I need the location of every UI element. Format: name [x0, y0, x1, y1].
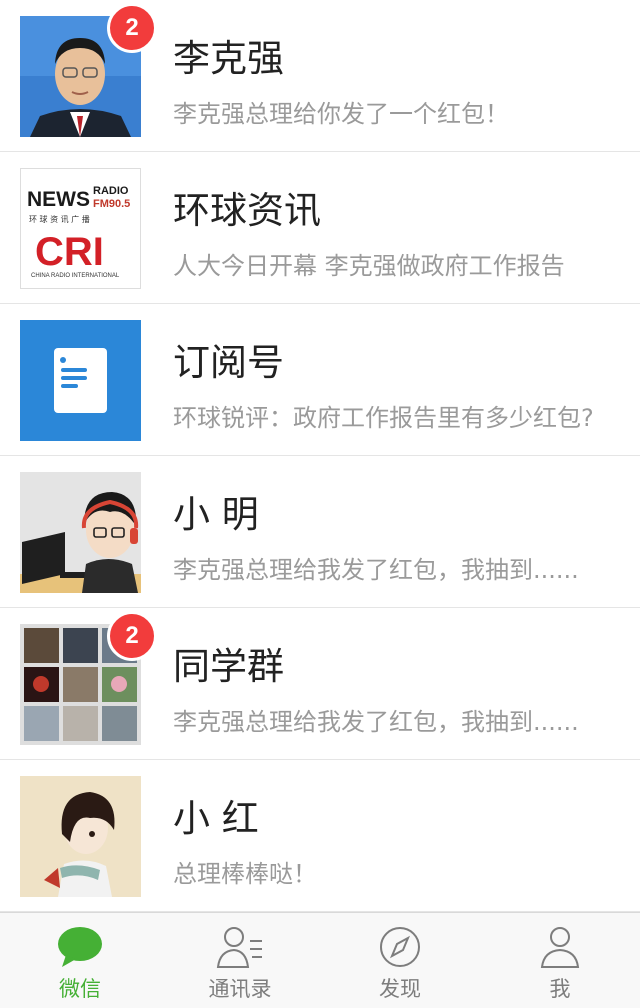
cartoon-girl-avatar-image [20, 776, 141, 897]
unread-badge: 2 [107, 3, 157, 53]
chat-item-xiaoming[interactable]: 小 明 李克强总理给我发了红包，我抽到...... [0, 456, 640, 608]
bottom-tab-bar: 微信 通讯录 发现 我 [0, 912, 640, 1008]
person-icon [536, 925, 584, 969]
chat-list: 2 李克强 李克强总理给你发了一个红包！ NEWS RADIO FM90.5 环… [0, 0, 640, 912]
chat-bubble-icon [56, 925, 104, 969]
subscription-icon [20, 320, 141, 441]
svg-text:CRI: CRI [35, 230, 104, 274]
tab-me[interactable]: 我 [480, 913, 640, 1008]
tab-wechat[interactable]: 微信 [0, 913, 160, 1008]
avatar [20, 320, 141, 441]
tab-discover[interactable]: 发现 [320, 913, 480, 1008]
chat-preview: 李克强总理给我发了红包，我抽到...... [173, 708, 579, 736]
contacts-icon [216, 925, 264, 969]
chat-name: 小 红 [173, 797, 259, 840]
tab-contacts[interactable]: 通讯录 [160, 913, 320, 1008]
svg-text:NEWS: NEWS [27, 188, 90, 211]
chat-item-global-news[interactable]: NEWS RADIO FM90.5 环 球 资 讯 广 播 CRI CHINA … [0, 152, 640, 304]
cri-logo-avatar-image: NEWS RADIO FM90.5 环 球 资 讯 广 播 CRI CHINA … [21, 169, 140, 288]
avatar [20, 472, 141, 593]
chat-name: 李克强 [173, 37, 284, 80]
svg-text:环 球 资 讯 广 播: 环 球 资 讯 广 播 [29, 214, 90, 224]
chat-item-subscriptions[interactable]: 订阅号 环球锐评：政府工作报告里有多少红包? [0, 304, 640, 456]
chat-item-classmates-group[interactable]: 2 同学群 李克强总理给我发了红包，我抽到...... [0, 608, 640, 760]
chat-item-xiaohong[interactable]: 小 红 总理棒棒哒！ [0, 760, 640, 912]
unread-badge: 2 [107, 611, 157, 661]
chat-name: 同学群 [173, 645, 284, 688]
chat-preview: 李克强总理给我发了红包，我抽到...... [173, 556, 579, 584]
avatar [20, 776, 141, 897]
chat-item-li-keqiang[interactable]: 2 李克强 李克强总理给你发了一个红包！ [0, 0, 640, 152]
chat-name: 订阅号 [173, 341, 284, 384]
chat-name: 环球资讯 [173, 189, 321, 232]
tab-label: 我 [549, 977, 571, 1001]
svg-text:CHINA RADIO INTERNATIONAL: CHINA RADIO INTERNATIONAL [31, 273, 120, 279]
chat-preview: 环球锐评：政府工作报告里有多少红包? [173, 404, 594, 432]
compass-icon [376, 925, 424, 969]
avatar: NEWS RADIO FM90.5 环 球 资 讯 广 播 CRI CHINA … [20, 168, 141, 289]
tab-label: 通讯录 [208, 977, 272, 1001]
chat-preview: 人大今日开幕 李克强做政府工作报告 [173, 252, 565, 280]
svg-text:RADIO: RADIO [93, 185, 129, 197]
cartoon-boy-avatar-image [20, 472, 141, 593]
chat-name: 小 明 [173, 493, 259, 536]
tab-label: 微信 [59, 977, 101, 1001]
chat-preview: 李克强总理给你发了一个红包！ [173, 100, 509, 128]
svg-text:FM90.5: FM90.5 [93, 198, 130, 210]
tab-label: 发现 [379, 977, 421, 1001]
chat-preview: 总理棒棒哒！ [173, 860, 317, 888]
